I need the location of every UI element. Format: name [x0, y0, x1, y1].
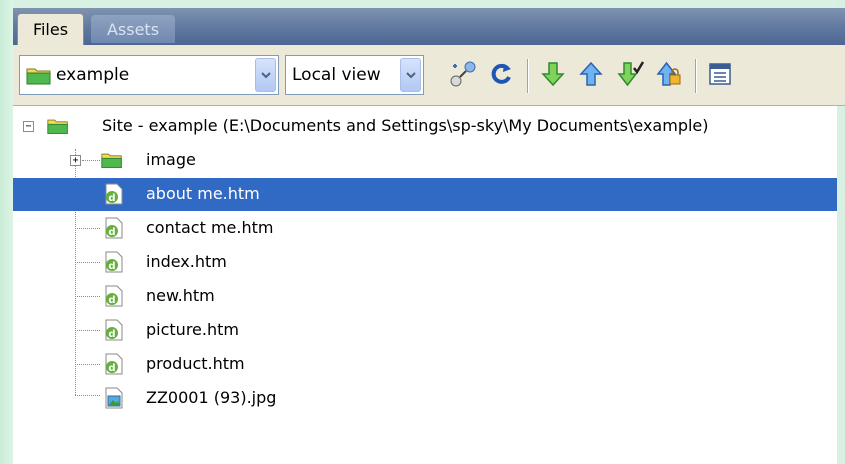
folder-icon — [101, 153, 122, 169]
toolbar-divider — [695, 59, 697, 93]
tree-item-index[interactable]: d index.htm — [13, 246, 837, 279]
check-out-button[interactable] — [616, 59, 646, 89]
put-files-button[interactable] — [576, 59, 606, 89]
svg-text:d: d — [108, 363, 115, 374]
expand-panel-button[interactable] — [705, 59, 735, 89]
check-out-icon — [617, 61, 645, 87]
tree-item-label: product.htm — [146, 354, 245, 373]
connect-button[interactable] — [448, 59, 478, 89]
site-select[interactable]: example — [19, 55, 279, 95]
tab-assets[interactable]: Assets — [91, 15, 175, 43]
tree-item-about-me[interactable]: d about me.htm — [13, 178, 837, 211]
check-in-button[interactable] — [654, 59, 684, 89]
window-frame-top — [0, 0, 845, 8]
folder-icon — [26, 68, 51, 85]
view-select[interactable]: Local view — [285, 55, 424, 95]
get-arrow-icon — [541, 62, 565, 87]
toolbar-divider — [527, 59, 529, 93]
view-select-value: Local view — [292, 65, 381, 85]
html-file-icon: d — [105, 183, 123, 205]
tree-item-label: ZZ0001 (93).jpg — [146, 388, 277, 407]
files-toolbar: example Local view — [13, 45, 845, 106]
refresh-button[interactable] — [486, 59, 516, 89]
tree-item-label: picture.htm — [146, 320, 239, 339]
svg-text:d: d — [108, 261, 115, 272]
tab-files[interactable]: Files — [17, 13, 84, 45]
tree-item-new[interactable]: d new.htm — [13, 280, 837, 313]
tree-item-picture[interactable]: d picture.htm — [13, 314, 837, 347]
refresh-icon — [491, 63, 511, 84]
image-file-icon — [105, 387, 123, 409]
svg-text:d: d — [108, 329, 115, 340]
expand-toggle[interactable]: + — [70, 155, 81, 166]
tree-item-label: contact me.htm — [146, 218, 274, 237]
tree-item-jpg[interactable]: ZZ0001 (93).jpg — [13, 382, 837, 415]
html-file-icon: d — [105, 353, 123, 375]
put-arrow-icon — [579, 61, 603, 86]
svg-text:d: d — [108, 295, 115, 306]
tree-root-site[interactable]: − Site - example (E:\Documents and Setti… — [13, 110, 837, 143]
get-files-button[interactable] — [538, 59, 568, 89]
tree-item-image[interactable]: + image — [13, 144, 837, 177]
check-in-icon — [656, 61, 681, 86]
tree-item-contact-me[interactable]: d contact me.htm — [13, 212, 837, 245]
collapse-toggle[interactable]: − — [23, 121, 34, 132]
tree-item-label: new.htm — [146, 286, 215, 305]
svg-text:d: d — [108, 193, 115, 204]
html-file-icon: d — [105, 251, 123, 273]
chevron-down-icon[interactable] — [255, 58, 276, 92]
panel-tab-bar: Files Assets — [13, 8, 845, 45]
tree-root-label: Site - example (E:\Documents and Setting… — [102, 116, 709, 135]
html-file-icon: d — [105, 217, 123, 239]
site-select-value: example — [56, 65, 130, 85]
folder-icon — [47, 119, 68, 135]
expand-icon — [709, 63, 731, 85]
connect-icon — [450, 61, 476, 87]
html-file-icon: d — [105, 285, 123, 307]
file-tree[interactable]: − Site - example (E:\Documents and Setti… — [13, 108, 837, 464]
tree-item-label: about me.htm — [146, 184, 260, 203]
tree-item-product[interactable]: d product.htm — [13, 348, 837, 381]
svg-text:d: d — [108, 227, 115, 238]
chevron-down-icon[interactable] — [400, 58, 421, 92]
html-file-icon: d — [105, 319, 123, 341]
tree-item-label: index.htm — [146, 252, 227, 271]
window-frame-left — [0, 0, 13, 464]
tree-item-label: image — [146, 150, 196, 169]
